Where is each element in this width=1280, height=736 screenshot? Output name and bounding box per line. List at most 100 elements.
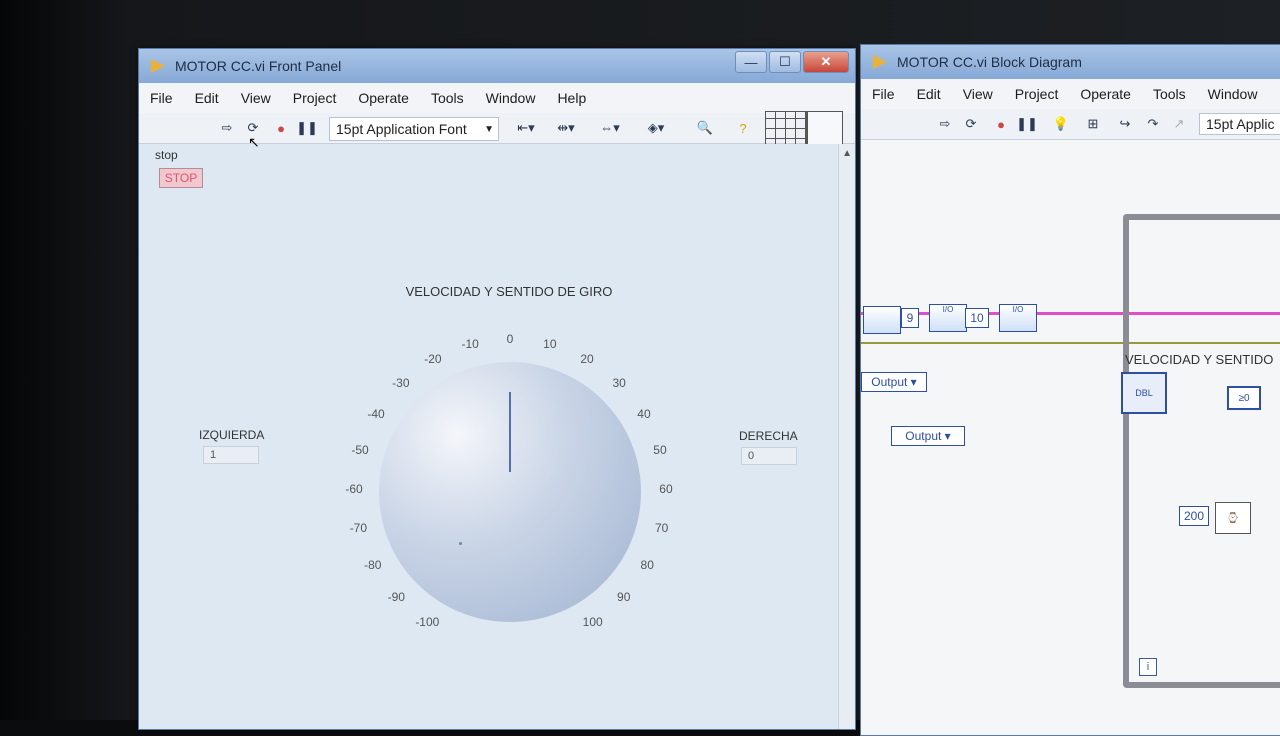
labview-app-icon xyxy=(873,55,887,69)
knob-tick-label: 90 xyxy=(617,589,631,604)
pause-icon[interactable]: ❚❚ xyxy=(295,117,319,139)
bd-menu-edit[interactable]: Edit xyxy=(906,86,952,102)
step-out-icon[interactable]: ↗ xyxy=(1167,113,1191,135)
knob-tick-label: 100 xyxy=(582,614,603,629)
knob-tick-label: -80 xyxy=(364,557,382,572)
knob-tick-label: 20 xyxy=(580,352,594,367)
run-continuously-icon[interactable]: ⟳ xyxy=(959,113,983,135)
menu-help[interactable]: Help xyxy=(546,90,597,106)
io-write-icon-2[interactable]: I/O xyxy=(999,304,1037,332)
align-objects-icon[interactable]: ⇤▾ xyxy=(509,117,543,139)
knob-tick-label: -90 xyxy=(387,589,405,604)
stop-label: stop xyxy=(155,148,178,162)
bd-menu-tools[interactable]: Tools xyxy=(1142,86,1197,102)
scroll-up-icon[interactable]: ▲ xyxy=(842,148,852,159)
menu-view[interactable]: View xyxy=(230,90,282,106)
io-write-icon-1[interactable]: I/O xyxy=(929,304,967,332)
knob-tick-label: -60 xyxy=(345,481,363,496)
vertical-scrollbar[interactable]: ▲ xyxy=(838,144,855,729)
menu-file[interactable]: File xyxy=(139,90,184,106)
menu-tools[interactable]: Tools xyxy=(420,90,475,106)
knob-tick-label: 80 xyxy=(640,557,654,572)
bd-menu-file[interactable]: File xyxy=(861,86,906,102)
run-arrow-icon[interactable]: ⇨ xyxy=(933,113,957,135)
constant-200[interactable]: 200 xyxy=(1179,506,1209,526)
knob-tick-label: -30 xyxy=(392,375,410,390)
block-diagram-toolbar: ⇨ ⟳ ● ❚❚ 💡 ⊞ ↪ ↷ ↗ 15pt Applic xyxy=(861,109,1280,140)
knob-tick-label: -100 xyxy=(415,614,440,629)
block-diagram-title: MOTOR CC.vi Block Diagram xyxy=(897,54,1082,70)
menu-project[interactable]: Project xyxy=(282,90,348,106)
bd-font-select[interactable]: 15pt Applic xyxy=(1199,113,1280,135)
knob-needle[interactable] xyxy=(509,392,511,472)
resize-objects-icon[interactable]: ⇔▾ xyxy=(593,117,627,139)
knob-tick-label: 50 xyxy=(653,442,667,457)
knob-tick-label: -50 xyxy=(351,442,369,457)
output-label-1: Output xyxy=(871,375,908,389)
menu-operate[interactable]: Operate xyxy=(347,90,420,106)
block-diagram-window: MOTOR CC.vi Block Diagram File Edit View… xyxy=(860,44,1280,736)
front-panel-menubar: File Edit View Project Operate Tools Win… xyxy=(139,83,855,113)
knob-tick-label: 70 xyxy=(654,520,669,535)
font-select[interactable]: 15pt Application Font ▼ xyxy=(329,117,499,141)
block-diagram-canvas: 9 I/O 10 I/O Output ▾ Output ▾ i VELOCID… xyxy=(861,140,1280,735)
knob-tick-label: 10 xyxy=(543,337,557,352)
block-diagram-titlebar[interactable]: MOTOR CC.vi Block Diagram xyxy=(861,45,1280,79)
knob-terminal-icon[interactable]: DBL xyxy=(1121,372,1167,414)
maximize-button[interactable]: ☐ xyxy=(769,51,801,73)
knob-tick-label: 30 xyxy=(612,375,626,390)
knob-dial[interactable] xyxy=(379,362,641,622)
bd-menu-help[interactable]: H xyxy=(1268,86,1280,102)
retain-wire-values-icon[interactable]: ⊞ xyxy=(1081,113,1105,135)
loop-iteration-terminal[interactable]: i xyxy=(1139,658,1157,676)
output-constant-1[interactable]: Output ▾ xyxy=(861,372,927,392)
knob-marker xyxy=(459,542,462,545)
abort-icon[interactable]: ● xyxy=(269,117,293,139)
knob-title: VELOCIDAD Y SENTIDO DE GIRO xyxy=(405,284,613,299)
block-diagram-menubar: File Edit View Project Operate Tools Win… xyxy=(861,79,1280,109)
labview-app-icon xyxy=(151,59,165,73)
run-arrow-icon[interactable]: ⇨ xyxy=(215,117,239,139)
knob-tick-label: -10 xyxy=(461,337,479,352)
knob-tick-label: -70 xyxy=(349,520,368,535)
highlight-execution-icon[interactable]: 💡 xyxy=(1049,113,1073,135)
front-panel-toolbar: ⇨ ⟳ ● ❚❚ 15pt Application Font ▼ ⇤▾ ⇹▾ ⇔… xyxy=(139,111,855,149)
knob-tick-label: -40 xyxy=(367,406,385,421)
velocity-knob-control: VELOCIDAD Y SENTIDO DE GIRO -100 -90 -80 -7… xyxy=(309,274,709,629)
menu-edit[interactable]: Edit xyxy=(184,90,230,106)
distribute-objects-icon[interactable]: ⇹▾ xyxy=(549,117,583,139)
reorder-icon[interactable]: ◈▾ xyxy=(639,117,673,139)
help-icon[interactable]: ? xyxy=(731,117,755,139)
search-icon[interactable]: 🔍 xyxy=(693,117,717,139)
menu-window[interactable]: Window xyxy=(475,90,547,106)
bd-menu-project[interactable]: Project xyxy=(1004,86,1070,102)
front-panel-titlebar[interactable]: MOTOR CC.vi Front Panel — ☐ ✕ xyxy=(139,49,855,83)
front-panel-window: MOTOR CC.vi Front Panel — ☐ ✕ File Edit … xyxy=(138,48,856,730)
output-constant-2[interactable]: Output ▾ xyxy=(891,426,965,446)
knob-tick-label: 40 xyxy=(637,406,651,421)
step-into-icon[interactable]: ↪ xyxy=(1113,113,1137,135)
derecha-label: DERECHA xyxy=(739,429,798,443)
pause-icon[interactable]: ❚❚ xyxy=(1015,113,1039,135)
constant-10[interactable]: 10 xyxy=(965,308,989,328)
output-label-2: Output xyxy=(905,429,942,443)
step-over-icon[interactable]: ↷ xyxy=(1141,113,1165,135)
knob-terminal-label: VELOCIDAD Y SENTIDO xyxy=(1125,352,1274,367)
stop-button[interactable]: STOP xyxy=(159,168,203,188)
while-loop[interactable]: i xyxy=(1123,214,1280,688)
font-select-value: 15pt Application Font xyxy=(336,121,467,137)
bd-menu-window[interactable]: Window xyxy=(1197,86,1269,102)
bd-menu-operate[interactable]: Operate xyxy=(1069,86,1142,102)
chevron-down-icon: ▼ xyxy=(484,123,494,135)
front-panel-canvas: ▲ stop STOP IZQUIERDA 1 DERECHA 0 VELOCI… xyxy=(139,144,855,729)
close-button[interactable]: ✕ xyxy=(803,51,849,73)
front-panel-title: MOTOR CC.vi Front Panel xyxy=(175,58,342,74)
abort-icon[interactable]: ● xyxy=(989,113,1013,135)
minimize-button[interactable]: — xyxy=(735,51,767,73)
wait-ms-icon[interactable]: ⌚ xyxy=(1215,502,1251,534)
izquierda-indicator: 1 xyxy=(203,446,259,464)
daq-task-icon[interactable] xyxy=(863,306,901,334)
greater-or-equal-zero-node[interactable]: ≥0 xyxy=(1227,386,1261,410)
constant-9[interactable]: 9 xyxy=(901,308,919,328)
bd-menu-view[interactable]: View xyxy=(952,86,1004,102)
